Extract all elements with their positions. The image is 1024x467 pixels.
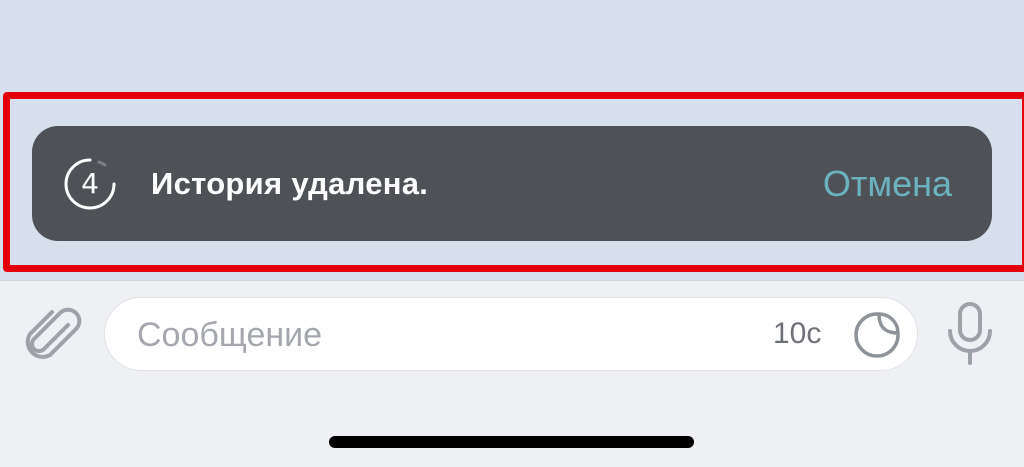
toast-message: История удалена. xyxy=(151,165,429,201)
countdown-number: 4 xyxy=(81,166,99,200)
paperclip-icon[interactable] xyxy=(22,307,84,369)
undo-toast: 4 История удалена. Отмена xyxy=(32,126,992,241)
self-destruct-timer[interactable]: 10с xyxy=(773,298,821,370)
message-input[interactable] xyxy=(135,298,739,372)
undo-button[interactable]: Отмена xyxy=(823,163,952,205)
sticker-icon[interactable] xyxy=(853,311,901,359)
home-indicator[interactable] xyxy=(329,436,694,448)
message-input-bar: 10с xyxy=(0,280,1024,467)
message-field: 10с xyxy=(104,297,918,372)
chat-screen: 4 История удалена. Отмена 10с xyxy=(0,0,1024,467)
countdown-timer-icon: 4 xyxy=(59,153,121,215)
microphone-icon[interactable] xyxy=(944,301,996,367)
